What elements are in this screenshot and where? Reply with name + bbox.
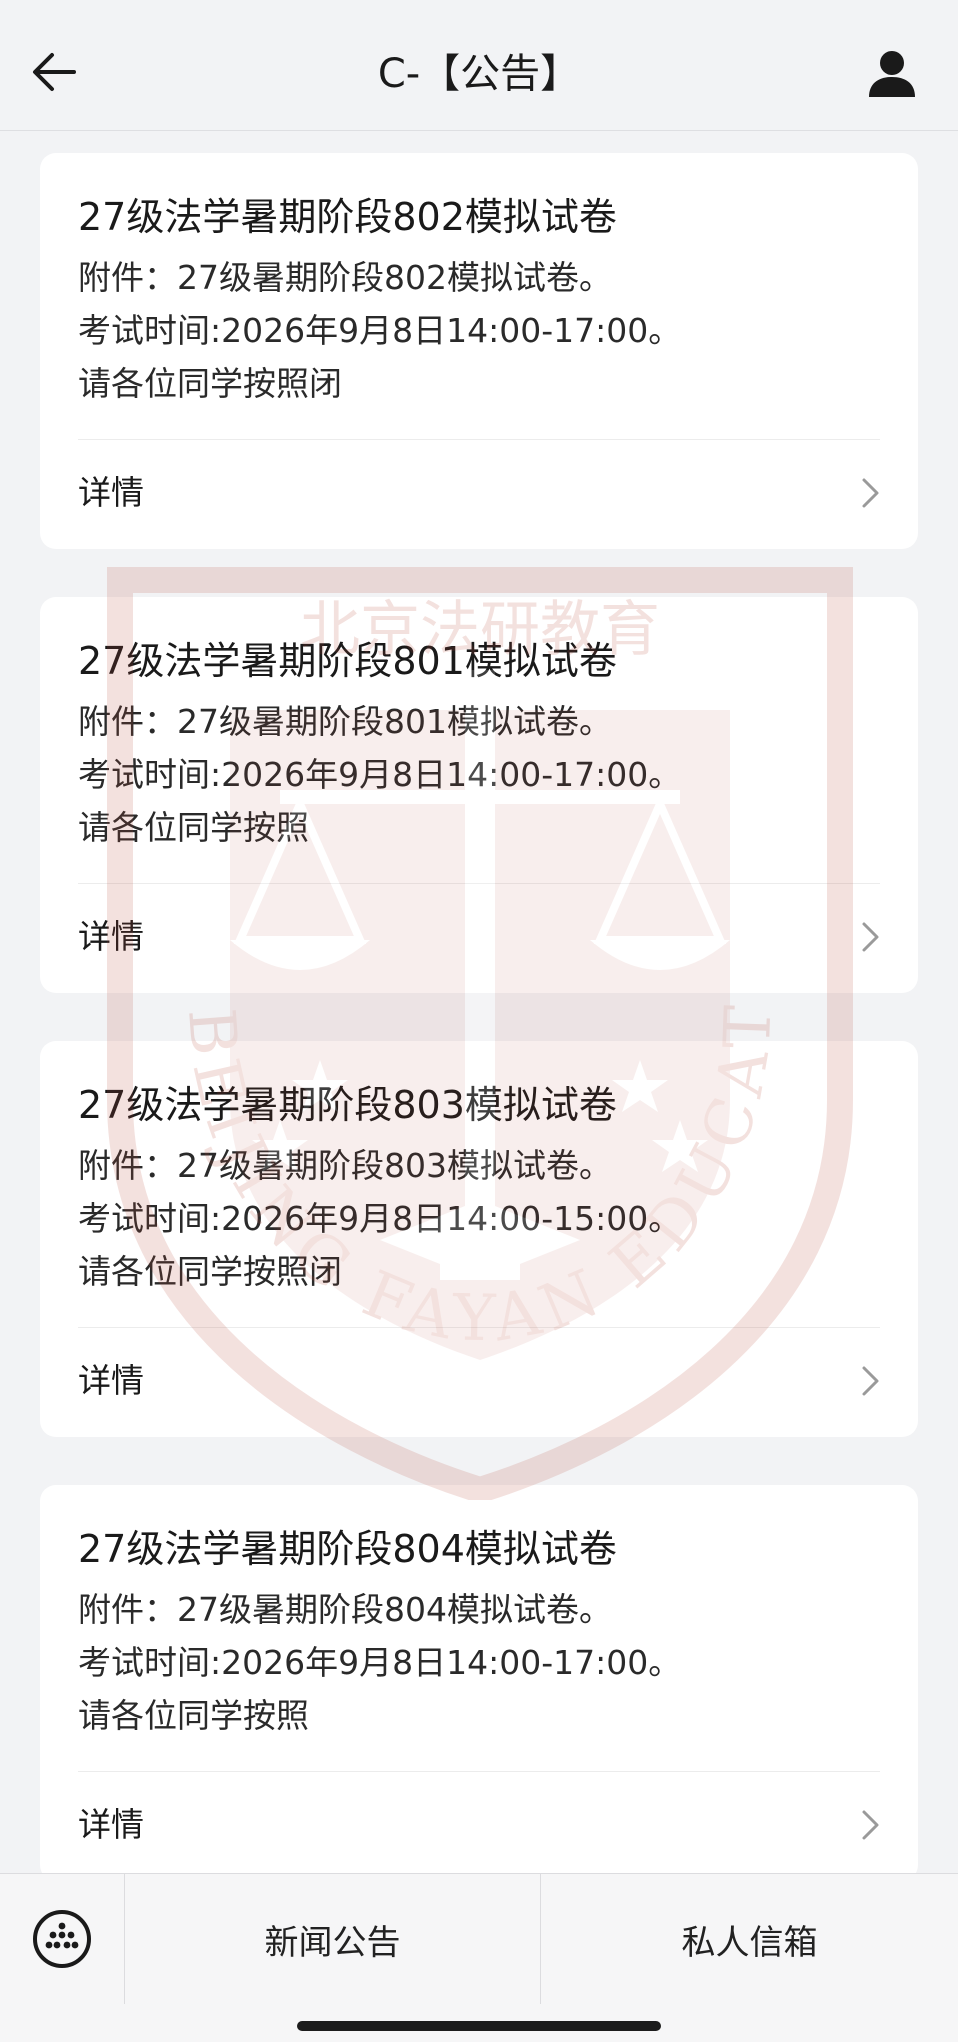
detail-link[interactable]: 详情 [40,884,918,993]
tab-private-inbox[interactable]: 私人信箱 [541,1874,958,2004]
grid-dots-icon [33,1910,91,1968]
announcement-card[interactable]: 27级法学暑期阶段801模拟试卷 附件：27级暑期阶段801模拟试卷。 考试时间… [40,597,918,993]
announcement-attachment: 附件：27级暑期阶段801模拟试卷。 [78,702,612,741]
announcement-title: 27级法学暑期阶段804模拟试卷 [78,1527,617,1571]
announcement-card[interactable]: 27级法学暑期阶段803模拟试卷 附件：27级暑期阶段803模拟试卷。 考试时间… [40,1041,918,1437]
nav-bar: C-【公告】 [0,0,958,131]
chevron-right-icon [862,1366,879,1396]
detail-label: 详情 [78,917,144,956]
user-icon [869,51,915,97]
back-button[interactable] [22,40,86,104]
announcement-title: 27级法学暑期阶段802模拟试卷 [78,195,617,239]
home-indicator[interactable] [297,2021,661,2031]
detail-link[interactable]: 详情 [40,1772,918,1873]
announcement-attachment: 附件：27级暑期阶段802模拟试卷。 [78,258,612,297]
announcement-notice: 请各位同学按照 [78,808,309,847]
detail-link[interactable]: 详情 [40,440,918,549]
announcement-list[interactable]: 27级法学暑期阶段802模拟试卷 附件：27级暑期阶段802模拟试卷。 考试时间… [0,131,958,1873]
detail-label: 详情 [78,1361,144,1400]
announcement-notice: 请各位同学按照闭 [78,364,342,403]
announcement-attachment: 附件：27级暑期阶段803模拟试卷。 [78,1146,612,1185]
announcement-exam-time: 考试时间:2026年9月8日14:00-17:00。 [78,755,682,794]
arrow-left-icon [33,53,76,91]
announcement-exam-time: 考试时间:2026年9月8日14:00-17:00。 [78,311,682,350]
chevron-right-icon [862,922,879,952]
page: C-【公告】 27级法学暑期阶段802模拟试卷 附件：27级暑期阶段802模拟试… [0,0,958,2042]
page-title: C-【公告】 [377,51,581,97]
announcement-attachment: 附件：27级暑期阶段804模拟试卷。 [78,1590,612,1629]
bottom-tab-bar: 新闻公告 私人信箱 [0,1873,958,2042]
detail-link[interactable]: 详情 [40,1328,918,1437]
announcement-notice: 请各位同学按照 [78,1696,309,1735]
announcement-card[interactable]: 27级法学暑期阶段802模拟试卷 附件：27级暑期阶段802模拟试卷。 考试时间… [40,153,918,549]
announcement-title: 27级法学暑期阶段801模拟试卷 [78,639,617,683]
chevron-right-icon [862,1810,879,1840]
user-button[interactable] [860,42,924,106]
tab-news-announcements[interactable]: 新闻公告 [125,1874,541,2004]
menu-button[interactable] [0,1874,125,2004]
announcement-exam-time: 考试时间:2026年9月8日14:00-17:00。 [78,1643,682,1682]
detail-label: 详情 [78,473,144,512]
chevron-right-icon [862,478,879,508]
announcement-exam-time: 考试时间:2026年9月8日14:00-15:00。 [78,1199,682,1238]
announcement-title: 27级法学暑期阶段803模拟试卷 [78,1083,617,1127]
announcement-notice: 请各位同学按照闭 [78,1252,342,1291]
detail-label: 详情 [78,1805,144,1844]
announcement-card[interactable]: 27级法学暑期阶段804模拟试卷 附件：27级暑期阶段804模拟试卷。 考试时间… [40,1485,918,1873]
